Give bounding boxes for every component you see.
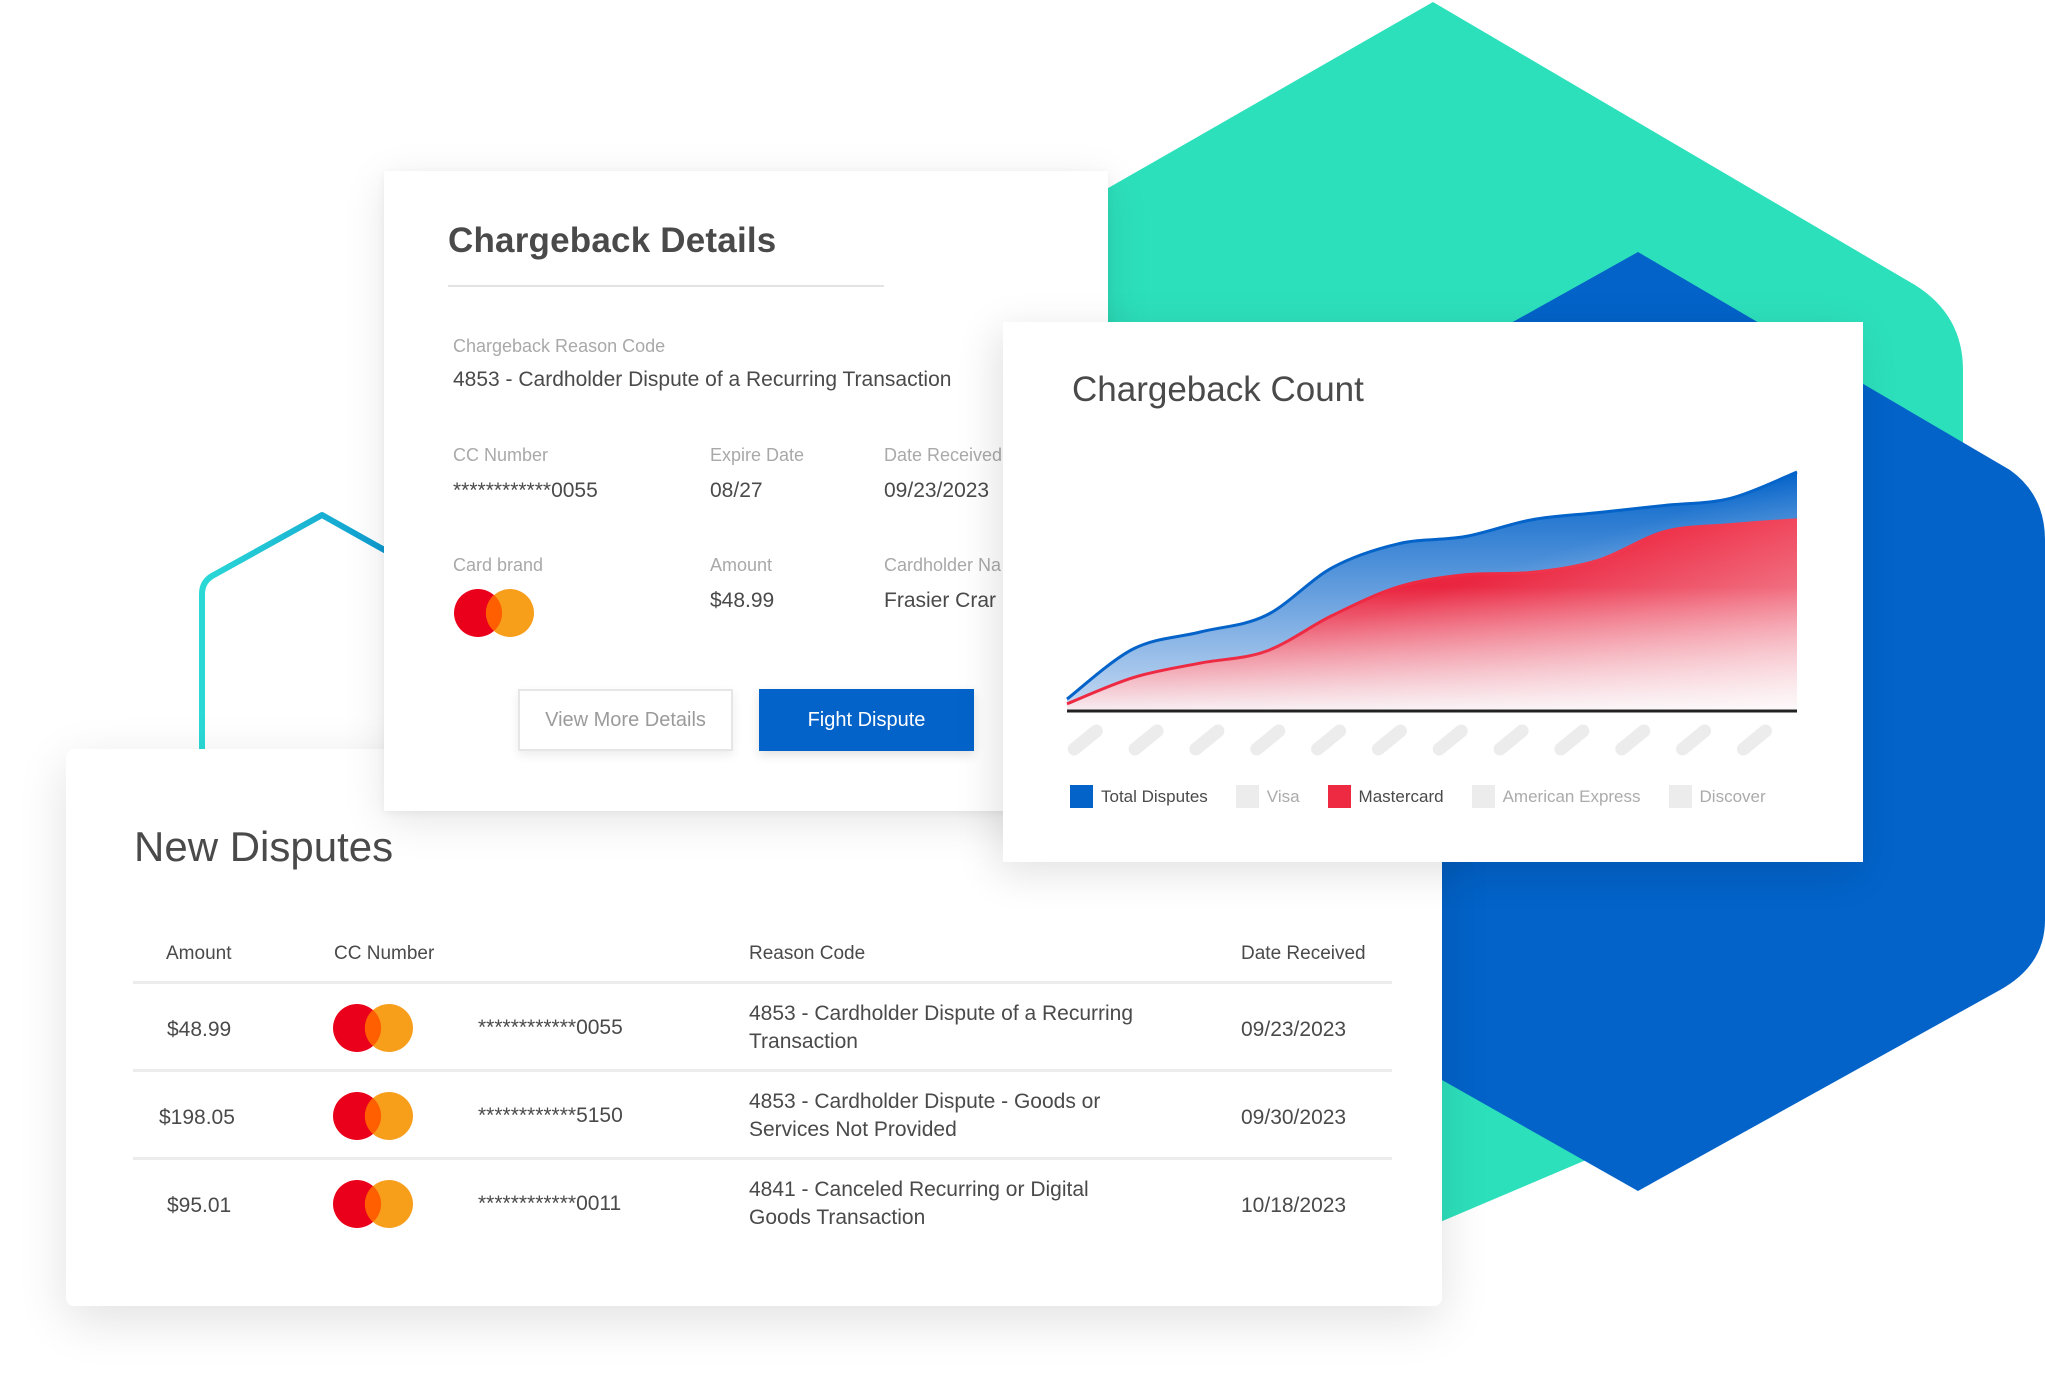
x-tick-placeholder xyxy=(1736,724,1772,756)
legend-swatch xyxy=(1070,785,1093,808)
reason-code-label: Chargeback Reason Code xyxy=(453,336,666,356)
row-amount: $48.99 xyxy=(167,1018,232,1041)
table-row[interactable]: $95.01 ************0011 4841 - Canceled … xyxy=(133,1160,1392,1248)
legend-item-mastercard[interactable]: Mastercard xyxy=(1327,785,1444,808)
x-tick-placeholder xyxy=(1676,724,1712,756)
new-disputes-title: New Disputes xyxy=(134,823,394,870)
x-tick-placeholder xyxy=(1128,724,1164,756)
x-tick-placeholder xyxy=(1189,724,1225,756)
row-cc-number: ************0055 xyxy=(478,1016,623,1039)
header-amount: Amount xyxy=(166,943,232,964)
date-received-label: Date Received xyxy=(884,445,1003,465)
row-reason-code: 4841 - Canceled Recurring or Digital Goo… xyxy=(749,1178,1089,1229)
row-date-received: 09/23/2023 xyxy=(1241,1018,1347,1041)
row-date-received: 09/30/2023 xyxy=(1241,1106,1347,1129)
amount-label: Amount xyxy=(710,555,773,575)
legend-item-american-express[interactable]: American Express xyxy=(1471,785,1641,808)
header-reason-code: Reason Code xyxy=(749,943,866,964)
legend-swatch xyxy=(1668,785,1692,808)
legend-item-total-disputes[interactable]: Total Disputes xyxy=(1070,785,1208,808)
x-tick-placeholder xyxy=(1067,724,1103,756)
legend-label: American Express xyxy=(1502,786,1641,806)
row-amount: $95.01 xyxy=(167,1194,232,1217)
legend-item-discover[interactable]: Discover xyxy=(1668,785,1766,808)
chargeback-count-chart xyxy=(1066,470,1798,756)
mastercard-icon xyxy=(333,1180,413,1228)
row-amount: $198.05 xyxy=(159,1106,235,1129)
mastercard-icon xyxy=(333,1092,413,1140)
row-cc-number: ************5150 xyxy=(478,1104,623,1127)
legend-item-visa[interactable]: Visa xyxy=(1235,785,1300,808)
fight-dispute-button[interactable]: Fight Dispute xyxy=(759,689,974,751)
cardholder-name-value: Frasier Crar xyxy=(884,589,997,612)
cc-number-label: CC Number xyxy=(453,445,549,465)
header-cc-number: CC Number xyxy=(334,943,435,964)
mastercard-icon xyxy=(454,589,534,637)
x-tick-placeholder xyxy=(1432,724,1468,756)
chargeback-details-title: Chargeback Details xyxy=(448,221,777,260)
title-divider xyxy=(448,285,884,287)
x-tick-placeholder xyxy=(1250,724,1286,756)
legend-swatch xyxy=(1235,785,1259,808)
amount-value: $48.99 xyxy=(710,589,775,612)
cc-number-value: ************0055 xyxy=(453,479,598,502)
legend-swatch xyxy=(1471,785,1495,808)
x-tick-placeholder xyxy=(1615,724,1651,756)
view-more-details-button[interactable]: View More Details xyxy=(518,689,733,751)
legend-label: Total Disputes xyxy=(1101,786,1208,806)
row-date-received: 10/18/2023 xyxy=(1241,1194,1347,1217)
chart-legend: Total Disputes Visa Mastercard American Exp… xyxy=(1070,785,1794,808)
x-tick-placeholder xyxy=(1311,724,1347,756)
cardholder-name-label: Cardholder Na xyxy=(884,555,1002,575)
table-row[interactable]: $198.05 ************5150 4853 - Cardhold… xyxy=(133,1072,1392,1160)
expire-date-value: 08/27 xyxy=(710,479,763,502)
card-brand-label: Card brand xyxy=(453,555,544,575)
expire-date-label: Expire Date xyxy=(710,445,805,465)
legend-swatch xyxy=(1327,785,1351,808)
legend-label: Discover xyxy=(1699,786,1766,806)
reason-code-value: 4853 - Cardholder Dispute of a Recurring… xyxy=(453,368,952,391)
x-tick-placeholder xyxy=(1493,724,1529,756)
legend-label: Visa xyxy=(1266,786,1300,806)
x-tick-placeholder xyxy=(1554,724,1590,756)
row-cc-number: ************0011 xyxy=(478,1192,622,1215)
chargeback-details-card: Chargeback Details Chargeback Reason Cod… xyxy=(384,171,1108,811)
legend-label: Mastercard xyxy=(1358,786,1444,806)
date-received-value: 09/23/2023 xyxy=(884,479,990,502)
mastercard-icon xyxy=(333,1004,413,1052)
chart-fade-overlay xyxy=(1067,472,1797,711)
header-date-received: Date Received xyxy=(1241,943,1366,964)
chargeback-count-card: Chargeback Count Total Disputes Visa Maste… xyxy=(1003,322,1863,862)
row-reason-code: 4853 - Cardholder Dispute of a Recurring… xyxy=(749,1002,1134,1053)
table-row[interactable]: $48.99 ************0055 4853 - Cardholde… xyxy=(133,984,1392,1072)
x-tick-placeholder xyxy=(1371,724,1407,756)
row-reason-code: 4853 - Cardholder Dispute - Goods or Ser… xyxy=(749,1090,1101,1141)
